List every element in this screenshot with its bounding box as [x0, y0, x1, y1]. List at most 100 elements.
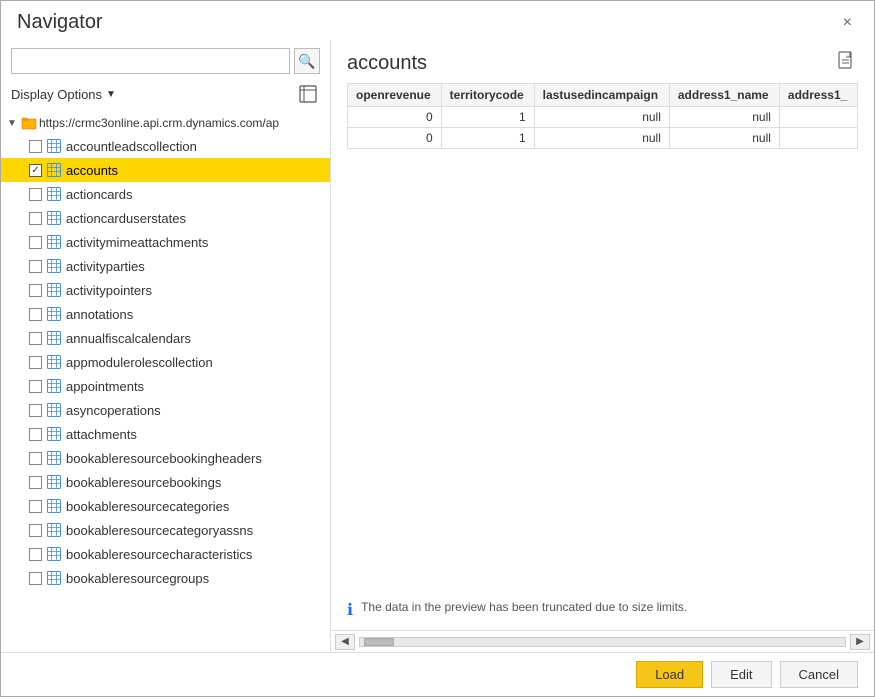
table-icon-accountleadscollection [46, 138, 62, 154]
collapse-arrow-icon: ▼ [5, 116, 19, 130]
tree-item-activitypointers[interactable]: activitypointers [1, 278, 330, 302]
table-icon-actioncarduserstates [46, 210, 62, 226]
tree-item-bookableresourcebookingheaders[interactable]: bookableresourcebookingheaders [1, 446, 330, 470]
tree-container[interactable]: ▼ https://crmc3online.api.crm.dynamics.c… [1, 112, 330, 652]
col-header-address1_name: address1_name [669, 84, 779, 107]
horizontal-scrollbar[interactable]: ◀ ▶ [331, 630, 874, 652]
table-cell-r1-c1: 1 [441, 128, 534, 149]
table-cell-r0-c3: null [669, 107, 779, 128]
col-header-territorycode: territorycode [441, 84, 534, 107]
data-table: openrevenueterritorycodelastusedincampai… [347, 83, 858, 149]
checkbox-actioncarduserstates[interactable] [29, 212, 42, 225]
table-icon-bookableresourcecharacteristics [46, 546, 62, 562]
tree-item-bookableresourcecharacteristics[interactable]: bookableresourcecharacteristics [1, 542, 330, 566]
table-icon-annotations [46, 306, 62, 322]
checkbox-bookableresourcebookingheaders[interactable] [29, 452, 42, 465]
tree-item-appmodulerolescollection[interactable]: appmodulerolescollection [1, 350, 330, 374]
tree-item-attachments[interactable]: attachments [1, 422, 330, 446]
checkbox-appmodulerolescollection[interactable] [29, 356, 42, 369]
tree-item-accountleadscollection[interactable]: accountleadscollection [1, 134, 330, 158]
display-options-button[interactable]: Display Options ▼ [11, 87, 116, 102]
tree-item-label-actioncarduserstates: actioncarduserstates [66, 211, 186, 226]
tree-item-label-bookableresourcebookingheaders: bookableresourcebookingheaders [66, 451, 262, 466]
data-table-container[interactable]: openrevenueterritorycodelastusedincampai… [331, 83, 874, 590]
checkbox-actioncards[interactable] [29, 188, 42, 201]
table-icon-bookableresourcecategories [46, 498, 62, 514]
tree-item-annualfiscalcalendars[interactable]: annualfiscalcalendars [1, 326, 330, 350]
nav-refresh-button[interactable] [296, 82, 320, 106]
preview-export-icon[interactable] [836, 50, 858, 77]
tree-item-accounts[interactable]: accounts [1, 158, 330, 182]
checkbox-bookableresourcecategoryassns[interactable] [29, 524, 42, 537]
scroll-thumb[interactable] [364, 638, 394, 646]
export-icon [836, 50, 858, 72]
right-panel: accounts openrevenueterritorycodelastuse… [331, 40, 874, 652]
tree-item-actioncards[interactable]: actioncards [1, 182, 330, 206]
table-icon-activityparties [46, 258, 62, 274]
edit-button[interactable]: Edit [711, 661, 771, 688]
table-cell-r1-c3: null [669, 128, 779, 149]
table-icon-annualfiscalcalendars [46, 330, 62, 346]
tree-item-bookableresourcecategories[interactable]: bookableresourcecategories [1, 494, 330, 518]
dialog-title: Navigator [17, 11, 103, 34]
checkbox-asyncoperations[interactable] [29, 404, 42, 417]
scroll-track[interactable] [359, 637, 846, 647]
checkbox-activityparties[interactable] [29, 260, 42, 273]
tree-item-label-asyncoperations: asyncoperations [66, 403, 161, 418]
tree-item-activitymimeattachments[interactable]: activitymimeattachments [1, 230, 330, 254]
info-text: The data in the preview has been truncat… [361, 600, 687, 614]
checkbox-activitymimeattachments[interactable] [29, 236, 42, 249]
table-icon-activitymimeattachments [46, 234, 62, 250]
tree-item-appointments[interactable]: appointments [1, 374, 330, 398]
checkbox-accounts[interactable] [29, 164, 42, 177]
table-icon-appointments [46, 378, 62, 394]
tree-item-label-bookableresourcegroups: bookableresourcegroups [66, 571, 209, 586]
tree-item-bookableresourcecategoryassns[interactable]: bookableresourcecategoryassns [1, 518, 330, 542]
dialog-footer: Load Edit Cancel [1, 652, 874, 696]
checkbox-bookableresourcecharacteristics[interactable] [29, 548, 42, 561]
search-bar: 🔍 [1, 40, 330, 80]
table-cell-r0-c2: null [534, 107, 669, 128]
load-button[interactable]: Load [636, 661, 703, 688]
left-panel: 🔍 Display Options ▼ [1, 40, 331, 652]
col-header-lastusedincampaign: lastusedincampaign [534, 84, 669, 107]
checkbox-activitypointers[interactable] [29, 284, 42, 297]
checkbox-appointments[interactable] [29, 380, 42, 393]
tree-root-item[interactable]: ▼ https://crmc3online.api.crm.dynamics.c… [1, 112, 330, 134]
col-header-openrevenue: openrevenue [348, 84, 442, 107]
checkbox-bookableresourcegroups[interactable] [29, 572, 42, 585]
info-icon: ℹ [347, 600, 353, 620]
tree-item-activityparties[interactable]: activityparties [1, 254, 330, 278]
checkbox-accountleadscollection[interactable] [29, 140, 42, 153]
table-icon-activitypointers [46, 282, 62, 298]
scroll-left-button[interactable]: ◀ [335, 634, 355, 650]
col-header-address1_: address1_ [779, 84, 857, 107]
table-cell-r1-c4 [779, 128, 857, 149]
checkbox-bookableresourcebookings[interactable] [29, 476, 42, 489]
table-icon-attachments [46, 426, 62, 442]
tree-item-label-activitypointers: activitypointers [66, 283, 152, 298]
checkbox-annotations[interactable] [29, 308, 42, 321]
scroll-right-button[interactable]: ▶ [850, 634, 870, 650]
tree-item-label-appointments: appointments [66, 379, 144, 394]
search-input[interactable] [11, 48, 290, 74]
tree-item-bookableresourcegroups[interactable]: bookableresourcegroups [1, 566, 330, 590]
tree-item-actioncarduserstates[interactable]: actioncarduserstates [1, 206, 330, 230]
cancel-button[interactable]: Cancel [780, 661, 858, 688]
tree-item-label-bookableresourcecategories: bookableresourcecategories [66, 499, 229, 514]
tree-item-label-accountleadscollection: accountleadscollection [66, 139, 197, 154]
nav-icon [299, 85, 317, 103]
preview-title: accounts [347, 52, 427, 75]
display-options-label: Display Options [11, 87, 102, 102]
tree-item-bookableresourcebookings[interactable]: bookableresourcebookings [1, 470, 330, 494]
tree-item-label-accounts: accounts [66, 163, 118, 178]
search-icon-button[interactable]: 🔍 [294, 48, 320, 74]
tree-item-asyncoperations[interactable]: asyncoperations [1, 398, 330, 422]
checkbox-annualfiscalcalendars[interactable] [29, 332, 42, 345]
search-icon: 🔍 [298, 53, 315, 70]
checkbox-attachments[interactable] [29, 428, 42, 441]
tree-item-annotations[interactable]: annotations [1, 302, 330, 326]
close-button[interactable]: × [837, 12, 858, 34]
checkbox-bookableresourcecategories[interactable] [29, 500, 42, 513]
table-body: 01nullnull01nullnull [348, 107, 858, 149]
